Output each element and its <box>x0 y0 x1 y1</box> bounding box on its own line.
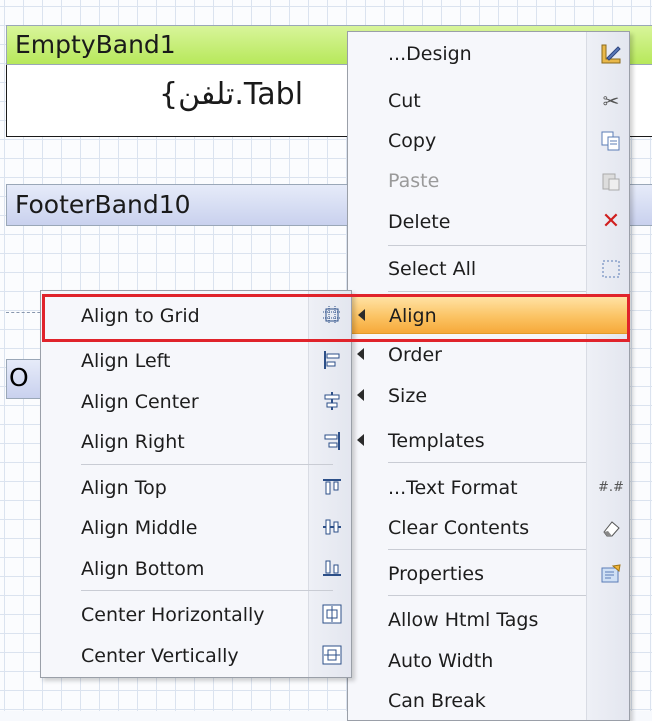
align-middle-icon <box>319 514 345 540</box>
other-band-title: O <box>9 363 29 392</box>
menu-item-label: Cut <box>388 90 421 112</box>
menu-item-text-format[interactable]: ...Text Format #.# <box>348 469 630 507</box>
submenu-arrow-icon <box>357 348 364 360</box>
menu-item-allow-html-tags[interactable]: Allow Html Tags <box>348 601 630 639</box>
menu-item-paste[interactable]: Paste <box>348 162 630 200</box>
paste-icon <box>597 167 625 195</box>
menu-separator <box>388 245 586 246</box>
align-bottom-icon <box>319 555 345 581</box>
align-left-icon <box>319 347 345 373</box>
menu-separator <box>388 595 586 596</box>
properties-icon <box>597 560 625 588</box>
menu-item-label: Allow Html Tags <box>388 609 539 631</box>
submenu-item-center-horizontally[interactable]: Center Horizontally <box>41 596 351 634</box>
submenu-separator <box>81 590 333 591</box>
submenu-separator <box>81 464 333 465</box>
menu-item-label: Select All <box>388 258 477 280</box>
menu-item-design[interactable]: ...Design <box>348 35 630 73</box>
context-menu: ...Design Cut ✂ Copy Paste Delete ✕ Sele… <box>347 31 630 721</box>
submenu-arrow-icon <box>357 434 364 446</box>
submenu-item-label: Align Middle <box>81 517 198 539</box>
menu-item-auto-width[interactable]: Auto Width <box>348 642 630 680</box>
menu-item-select-all[interactable]: Select All <box>348 250 630 288</box>
submenu-item-label: Center Vertically <box>81 645 239 667</box>
menu-item-cut[interactable]: Cut ✂ <box>348 82 630 120</box>
menu-item-can-break[interactable]: Can Break <box>348 682 630 720</box>
submenu-item-align-bottom[interactable]: Align Bottom <box>41 550 351 588</box>
annotation-highlight-box <box>42 294 630 342</box>
menu-item-label: ...Design <box>388 43 472 65</box>
menu-separator <box>388 549 586 550</box>
submenu-arrow-icon <box>357 389 364 401</box>
menu-item-clear-contents[interactable]: Clear Contents <box>348 509 630 547</box>
align-right-icon <box>319 428 345 454</box>
submenu-item-label: Align Center <box>81 391 199 413</box>
menu-item-properties[interactable]: Properties <box>348 555 630 593</box>
menu-item-copy[interactable]: Copy <box>348 122 630 160</box>
hash-format-icon: #.# <box>598 480 624 495</box>
center-horizontally-icon <box>319 601 345 627</box>
menu-separator <box>388 291 586 292</box>
menu-item-label: Delete <box>388 211 451 233</box>
menu-item-delete[interactable]: Delete ✕ <box>348 203 630 241</box>
submenu-item-align-right[interactable]: Align Right <box>41 423 351 461</box>
submenu-item-align-middle[interactable]: Align Middle <box>41 509 351 547</box>
design-ruler-icon <box>597 40 625 68</box>
menu-item-label: Order <box>388 344 442 366</box>
menu-item-label: Can Break <box>388 690 486 712</box>
delete-x-icon: ✕ <box>601 209 621 234</box>
submenu-item-label: Align Right <box>81 431 185 453</box>
menu-item-label: Clear Contents <box>388 517 530 539</box>
eraser-icon <box>597 514 625 542</box>
text-object-value: {تلفن.Tabl <box>159 77 304 112</box>
empty-band-title: EmptyBand1 <box>15 30 176 59</box>
select-all-icon <box>597 255 625 283</box>
center-vertically-icon <box>319 642 345 668</box>
submenu-item-center-vertically[interactable]: Center Vertically <box>41 637 351 675</box>
menu-item-label: ...Text Format <box>388 477 518 499</box>
align-top-icon <box>319 474 345 500</box>
menu-item-label: Copy <box>388 130 437 152</box>
align-submenu: Align to Grid Align Left Align Center Al… <box>40 290 352 678</box>
menu-item-label: Properties <box>388 563 485 585</box>
submenu-item-align-left[interactable]: Align Left <box>41 342 351 380</box>
submenu-item-label: Align Bottom <box>81 558 205 580</box>
menu-separator <box>388 462 586 463</box>
menu-item-label: Auto Width <box>388 650 494 672</box>
menu-item-label: Size <box>388 385 428 407</box>
menu-item-size[interactable]: Size <box>348 377 630 415</box>
menu-item-label: Paste <box>388 170 440 192</box>
submenu-item-align-top[interactable]: Align Top <box>41 469 351 507</box>
submenu-item-align-center[interactable]: Align Center <box>41 383 351 421</box>
submenu-item-label: Align Top <box>81 477 167 499</box>
scissors-icon: ✂ <box>602 89 620 113</box>
menu-item-label: Templates <box>388 430 485 452</box>
align-center-icon <box>319 388 345 414</box>
footer-band-title: FooterBand10 <box>15 190 191 219</box>
menu-item-templates[interactable]: Templates <box>348 422 630 460</box>
copy-icon <box>597 127 625 155</box>
submenu-item-label: Align Left <box>81 350 171 372</box>
submenu-item-label: Center Horizontally <box>81 604 265 626</box>
